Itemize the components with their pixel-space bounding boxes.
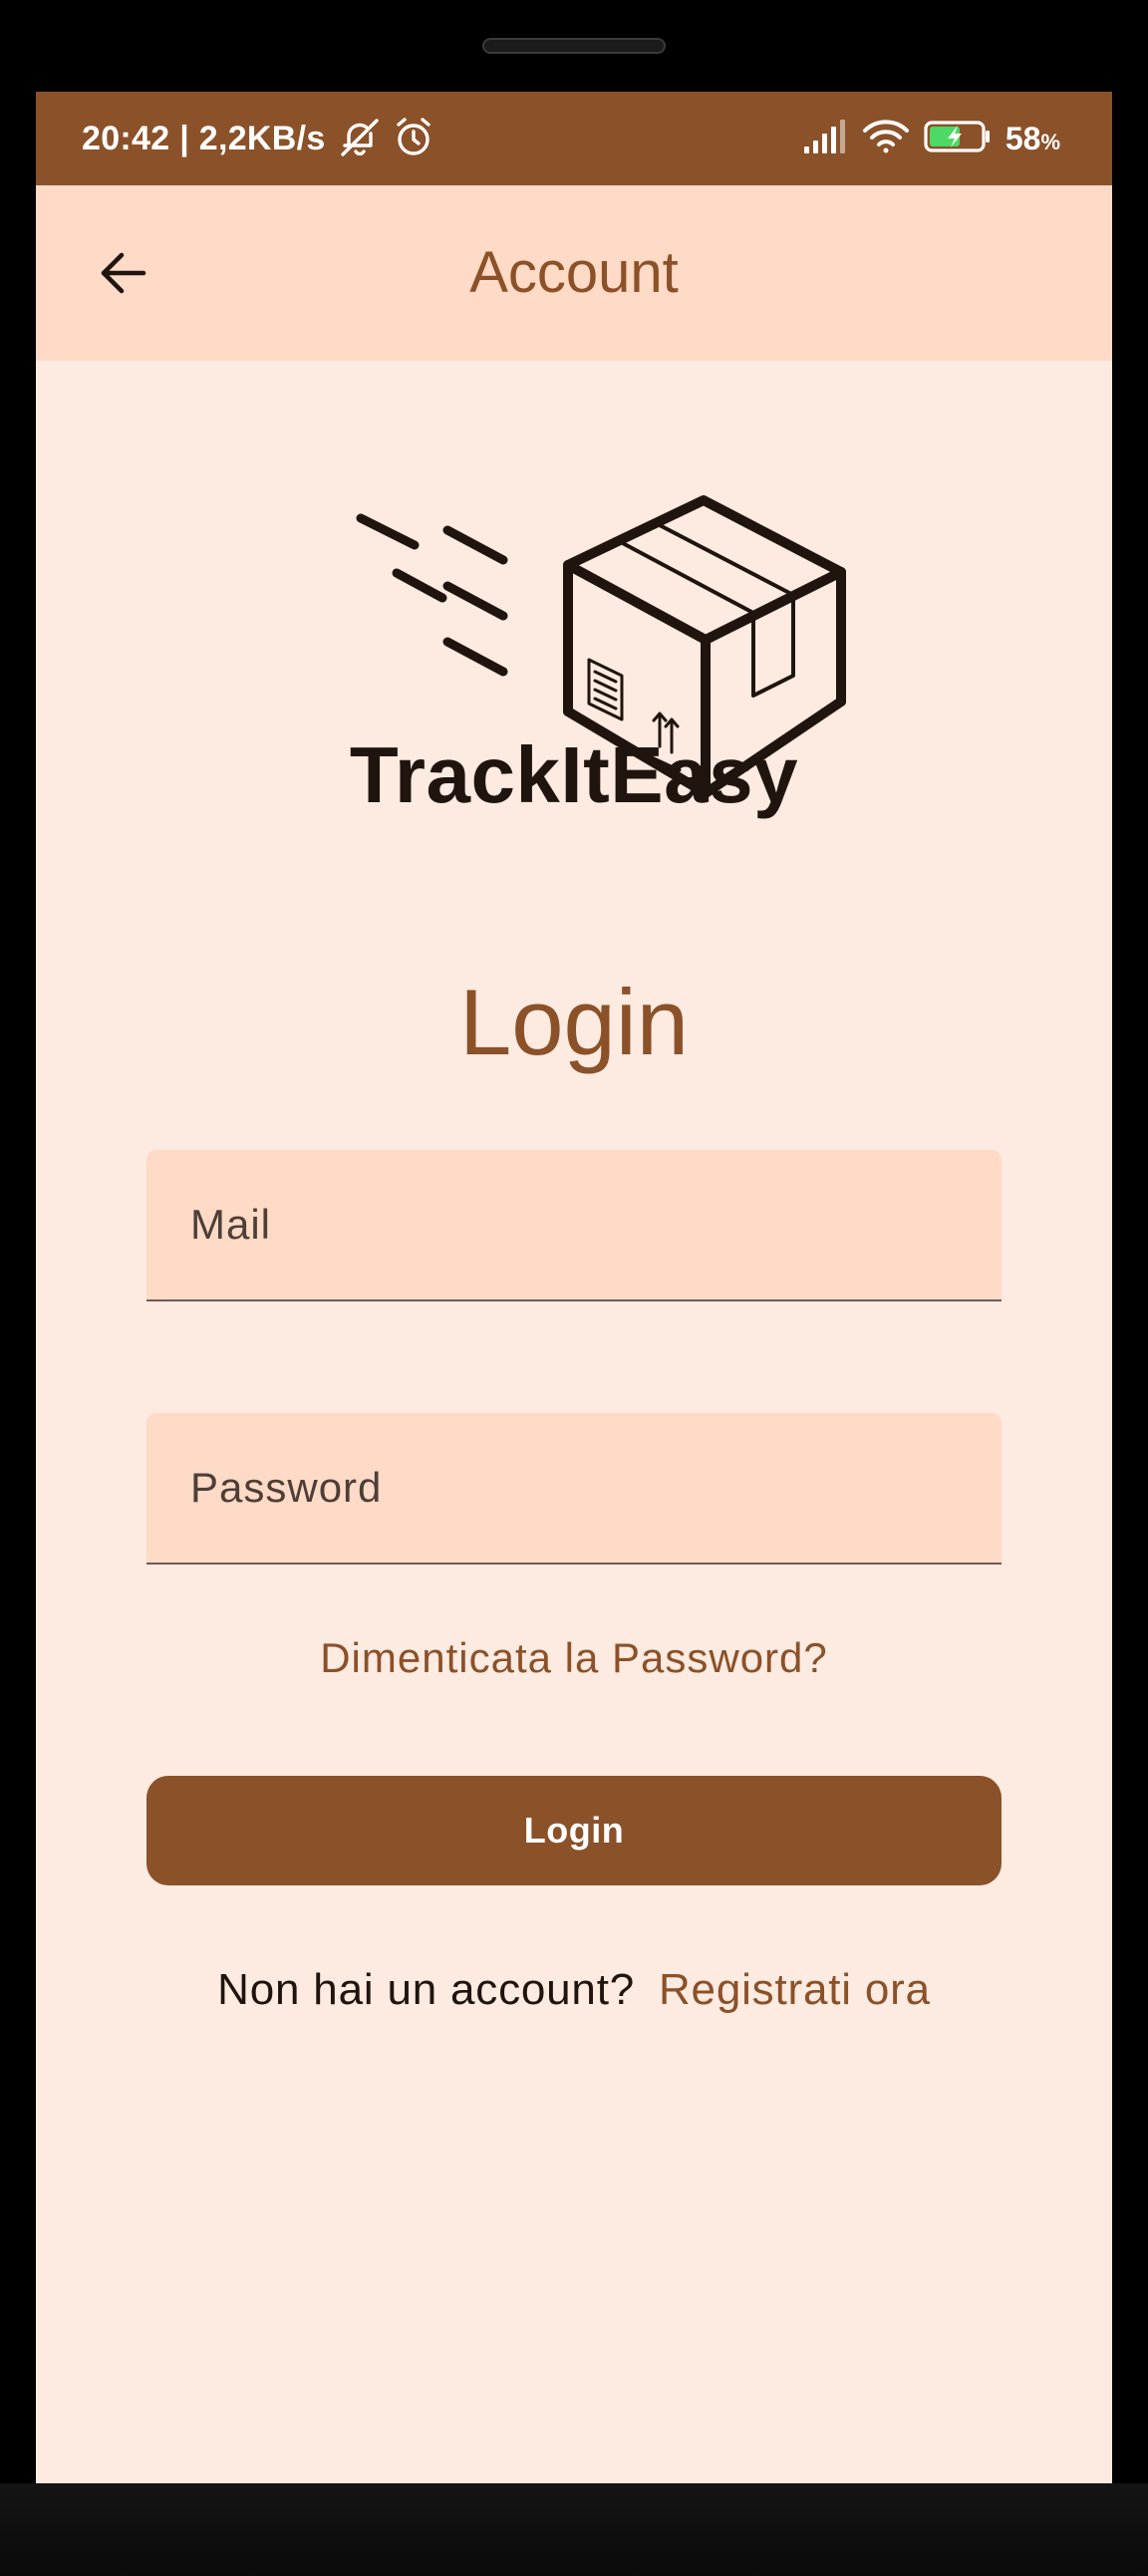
mail-input[interactable] xyxy=(146,1150,1002,1299)
page-title: Account xyxy=(469,240,679,305)
battery-percent-unit: % xyxy=(1040,129,1060,154)
package-box-lower-icon xyxy=(563,560,846,798)
signal-icon xyxy=(802,119,848,158)
app-bar: Account xyxy=(36,185,1112,361)
app-screen: 20:42 | 2,2KB/s 58% Account TrackItEasy … xyxy=(36,92,1112,2483)
status-time-speed: 20:42 | 2,2KB/s xyxy=(82,120,326,157)
arrow-left-icon xyxy=(101,252,146,294)
bottom-bezel xyxy=(0,2483,1148,2576)
battery-charging-icon xyxy=(924,120,992,158)
earpiece-speaker xyxy=(482,38,666,54)
battery-percent: 58% xyxy=(1005,121,1060,157)
register-row: Non hai un account? Registrati ora xyxy=(36,1965,1112,2015)
phone-device-frame: 20:42 | 2,2KB/s 58% Account TrackItEasy … xyxy=(0,0,1148,2576)
status-bar: 20:42 | 2,2KB/s 58% xyxy=(36,92,1112,185)
brand-name: TrackItEasy xyxy=(349,730,799,819)
password-input[interactable] xyxy=(146,1413,1002,1563)
back-button[interactable] xyxy=(84,233,163,313)
alarm-icon xyxy=(391,115,436,165)
mail-field[interactable] xyxy=(146,1150,1002,1301)
bell-off-icon xyxy=(337,115,383,165)
status-icons-left xyxy=(337,115,436,165)
battery-percent-value: 58 xyxy=(1004,120,1041,156)
login-button[interactable]: Login xyxy=(146,1776,1002,1885)
wifi-icon xyxy=(862,119,910,159)
login-heading: Login xyxy=(459,970,689,1074)
status-icons-right: 58% xyxy=(802,92,1060,185)
password-field[interactable] xyxy=(146,1413,1002,1565)
no-account-prompt: Non hai un account? xyxy=(217,1965,635,2014)
forgot-password-link[interactable]: Dimenticata la Password? xyxy=(36,1634,1112,1682)
register-link[interactable]: Registrati ora xyxy=(659,1965,931,2014)
